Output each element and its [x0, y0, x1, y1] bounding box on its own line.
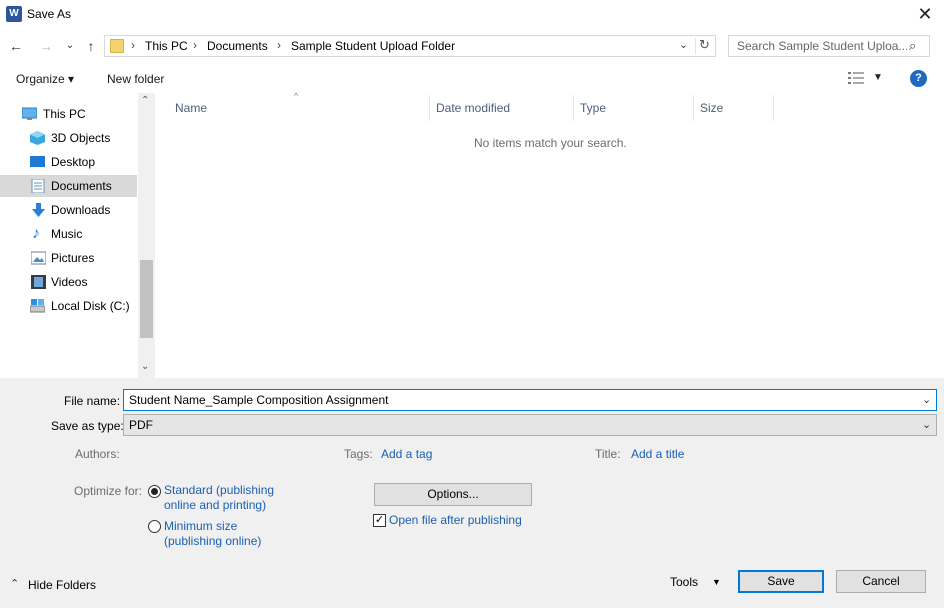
optimize-minimum-label-line2[interactable]: (publishing online) [164, 534, 261, 548]
sidebar-item-label: Downloads [51, 203, 111, 217]
optimize-standard-label[interactable]: Standard (publishing [164, 483, 274, 497]
sidebar-item-label: Pictures [51, 251, 95, 265]
command-bar: Organize ▾ New folder ▼ [0, 63, 944, 93]
breadcrumb-separator: › [277, 38, 281, 52]
save-type-select[interactable]: PDF ⌄ [123, 414, 937, 436]
optimize-standard-label-line2[interactable]: online and printing) [164, 498, 266, 512]
organize-button[interactable]: Organize ▾ [16, 72, 74, 86]
column-header-name[interactable]: Name [175, 101, 207, 115]
navigation-pane: This PC 3D Objects Desktop Documents Dow… [0, 93, 155, 378]
disk-icon [30, 299, 45, 313]
sidebar-item-label: Desktop [51, 155, 96, 169]
options-button[interactable]: Options... [374, 483, 532, 506]
close-icon[interactable]: ✕ [914, 4, 936, 26]
help-icon[interactable]: ? [910, 70, 927, 87]
video-icon [31, 275, 46, 289]
sort-arrow-icon: ^ [294, 91, 299, 101]
title-bar: W Save As ✕ [0, 0, 944, 30]
column-divider[interactable] [773, 95, 774, 121]
scroll-up-icon[interactable]: ⌃ [141, 95, 149, 106]
sidebar-item-music[interactable]: ♪ Music [0, 223, 137, 245]
cancel-button[interactable]: Cancel [836, 570, 926, 593]
optimize-minimum-label[interactable]: Minimum size [164, 519, 237, 533]
title-label: Title: [595, 447, 621, 461]
search-input[interactable]: Search Sample Student Uploa... ⌕ [728, 35, 930, 57]
file-name-value: Student Name_Sample Composition Assignme… [129, 393, 389, 407]
sidebar-item-downloads[interactable]: Downloads [0, 199, 137, 221]
address-divider [695, 38, 696, 54]
chevron-down-icon[interactable]: ⌄ [60, 36, 80, 56]
column-divider[interactable] [429, 95, 430, 121]
sidebar-item-videos[interactable]: Videos [0, 271, 137, 293]
arrow-up-icon[interactable]: ↑ [81, 36, 101, 56]
save-button[interactable]: Save [738, 570, 824, 593]
optimize-label: Optimize for: [74, 484, 143, 498]
breadcrumb-documents[interactable]: Documents [207, 39, 268, 53]
search-icon[interactable]: ⌕ [909, 38, 916, 54]
scrollbar-thumb[interactable] [140, 260, 153, 338]
computer-icon [22, 107, 37, 120]
sidebar-item-3d-objects[interactable]: 3D Objects [0, 127, 137, 149]
column-header-date-modified[interactable]: Date modified [436, 101, 510, 115]
tools-button[interactable]: Tools [670, 575, 698, 589]
column-header-size[interactable]: Size [700, 101, 723, 115]
desktop-icon [30, 156, 45, 167]
hide-folders-button[interactable]: Hide Folders [28, 578, 96, 592]
save-type-value: PDF [129, 418, 153, 432]
download-icon [32, 203, 45, 217]
address-dropdown-icon[interactable]: ⌄ [679, 38, 688, 51]
sidebar-item-desktop[interactable]: Desktop [0, 151, 137, 173]
breadcrumb-sample-folder[interactable]: Sample Student Upload Folder [291, 39, 455, 53]
sidebar-item-label: 3D Objects [51, 131, 111, 145]
optimize-minimum-radio[interactable] [148, 520, 161, 533]
open-after-publishing-checkbox[interactable]: ✓ [373, 514, 386, 527]
chevron-down-icon[interactable]: ⌄ [922, 393, 931, 406]
tools-dropdown-icon[interactable]: ▼ [712, 577, 721, 587]
folder-icon [110, 39, 124, 53]
sidebar-item-label: Music [51, 227, 83, 241]
new-folder-button[interactable]: New folder [107, 72, 164, 86]
scroll-down-icon[interactable]: ⌄ [141, 361, 149, 372]
breadcrumb-this-pc[interactable]: This PC [145, 39, 188, 53]
authors-label: Authors: [75, 447, 120, 461]
breadcrumb-separator: › [193, 38, 197, 52]
document-icon [31, 179, 45, 193]
cube-icon [30, 131, 45, 145]
open-after-publishing-label[interactable]: Open file after publishing [389, 513, 522, 527]
breadcrumb-separator: › [131, 38, 135, 52]
address-bar[interactable]: › This PC › Documents › Sample Student U… [104, 35, 716, 57]
sidebar-item-this-pc[interactable]: This PC [0, 103, 137, 125]
file-name-label: File name: [64, 394, 121, 408]
picture-icon [31, 251, 46, 265]
word-icon: W [6, 6, 22, 22]
view-options-icon[interactable] [848, 72, 864, 84]
music-icon: ♪ [32, 225, 40, 242]
add-title-link[interactable]: Add a title [631, 447, 684, 461]
sidebar-item-documents[interactable]: Documents [0, 175, 137, 197]
optimize-standard-radio[interactable] [148, 485, 161, 498]
arrow-left-icon[interactable]: ← [6, 36, 26, 56]
sidebar-item-label: Documents [51, 179, 112, 193]
sidebar-item-pictures[interactable]: Pictures [0, 247, 137, 269]
search-placeholder: Search Sample Student Uploa... [737, 39, 907, 53]
sidebar-item-label: This PC [43, 107, 86, 121]
empty-message: No items match your search. [474, 136, 627, 150]
file-name-field[interactable]: Student Name_Sample Composition Assignme… [123, 389, 937, 411]
chevron-down-icon[interactable]: ⌄ [922, 418, 931, 431]
window-title: Save As [27, 7, 72, 21]
sidebar-item-label: Local Disk (C:) [51, 299, 130, 313]
save-type-label: Save as type: [51, 419, 124, 433]
sidebar-item-label: Videos [51, 275, 88, 289]
column-divider[interactable] [693, 95, 694, 121]
column-divider[interactable] [573, 95, 574, 121]
view-dropdown-icon[interactable]: ▼ [873, 72, 883, 83]
add-tag-link[interactable]: Add a tag [381, 447, 432, 461]
column-header-type[interactable]: Type [580, 101, 606, 115]
chevron-up-icon[interactable]: ⌃ [10, 577, 19, 590]
arrow-right-icon[interactable]: → [36, 36, 56, 56]
sidebar-item-local-disk[interactable]: Local Disk (C:) [0, 295, 137, 317]
refresh-icon[interactable]: ↻ [699, 37, 710, 53]
tags-label: Tags: [344, 447, 373, 461]
